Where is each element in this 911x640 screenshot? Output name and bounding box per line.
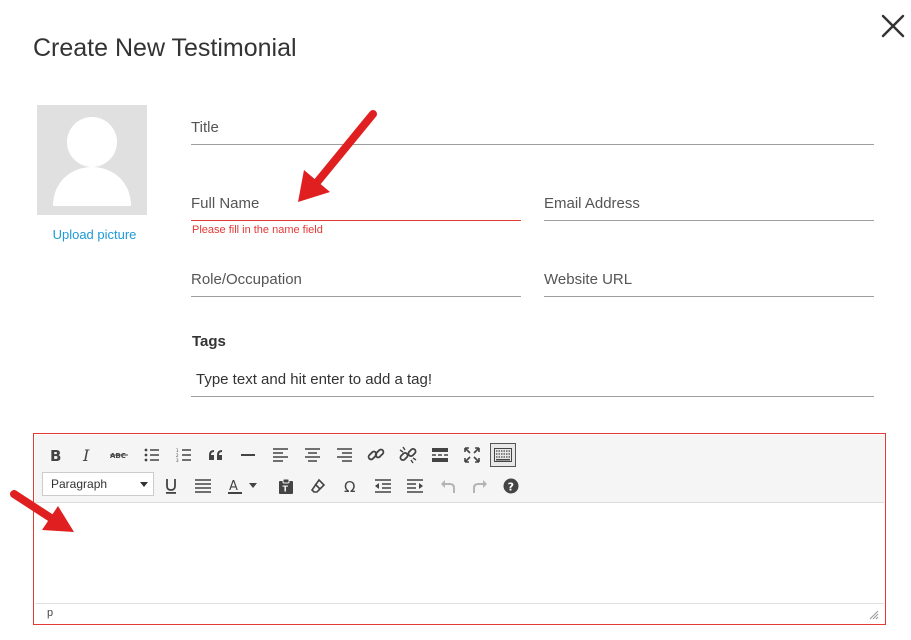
- italic-icon: I: [82, 447, 90, 463]
- chevron-down-icon: [140, 482, 148, 487]
- underline-button[interactable]: [158, 474, 184, 498]
- special-character-icon: Ω: [344, 478, 355, 494]
- blockquote-icon: [209, 450, 222, 460]
- strikethrough-icon: ABC: [110, 452, 128, 460]
- title-field[interactable]: Title: [191, 119, 874, 145]
- help-button[interactable]: ?: [498, 474, 524, 498]
- text-color-icon: A: [228, 479, 242, 494]
- strikethrough-button[interactable]: ABC: [106, 443, 132, 467]
- justify-icon: [195, 479, 211, 493]
- svg-text:B: B: [50, 447, 61, 463]
- align-right-button[interactable]: [331, 443, 357, 467]
- website-label: Website URL: [544, 271, 633, 288]
- align-left-button[interactable]: [267, 443, 293, 467]
- bold-icon: B: [50, 447, 61, 463]
- align-right-icon: [336, 448, 352, 462]
- undo-button[interactable]: [435, 474, 461, 498]
- website-field[interactable]: Website URL: [544, 271, 874, 297]
- horizontal-line-icon: [241, 454, 255, 456]
- close-button[interactable]: [878, 10, 910, 42]
- page-title: Create New Testimonial: [33, 34, 297, 62]
- tags-input[interactable]: Type text and hit enter to add a tag!: [191, 362, 874, 397]
- paste-text-icon: T: [279, 478, 293, 494]
- svg-text:?: ?: [508, 481, 514, 494]
- title-label: Title: [191, 119, 219, 136]
- align-left-icon: [272, 448, 288, 462]
- text-color-dropdown[interactable]: [246, 474, 260, 498]
- element-path[interactable]: p: [47, 607, 53, 619]
- svg-text:Ω: Ω: [344, 478, 355, 494]
- outdent-icon: [375, 479, 391, 493]
- tags-heading: Tags: [192, 333, 226, 350]
- redo-icon: [473, 480, 487, 493]
- outdent-button[interactable]: [370, 474, 396, 498]
- bold-button[interactable]: B: [43, 443, 69, 467]
- role-label: Role/Occupation: [191, 271, 302, 288]
- clear-formatting-icon: [310, 478, 326, 493]
- align-center-icon: [304, 448, 320, 462]
- clear-formatting-button[interactable]: [305, 474, 331, 498]
- svg-text:3: 3: [176, 458, 179, 462]
- justify-button[interactable]: [190, 474, 216, 498]
- text-color-button[interactable]: A: [222, 474, 248, 498]
- toolbar-toggle-button[interactable]: [490, 443, 516, 467]
- editor-statusbar: p: [35, 603, 884, 623]
- toolbar-toggle-icon: [494, 448, 512, 462]
- undo-icon: [441, 480, 455, 493]
- link-button[interactable]: [363, 443, 389, 467]
- link-icon: [367, 448, 385, 461]
- numbered-list-icon: 123: [176, 448, 191, 462]
- close-icon: [881, 14, 905, 38]
- svg-text:I: I: [82, 447, 90, 463]
- indent-button[interactable]: [402, 474, 428, 498]
- full-name-error: Please fill in the name field: [192, 224, 323, 236]
- underline-icon: [166, 479, 176, 494]
- italic-button[interactable]: I: [75, 443, 101, 467]
- avatar-placeholder[interactable]: [37, 105, 147, 215]
- help-icon: ?: [503, 478, 519, 494]
- paste-text-button[interactable]: T: [273, 474, 299, 498]
- bullet-list-button[interactable]: [139, 443, 165, 467]
- content-editor[interactable]: B I ABC 123 Paragraph A T Ω ? p: [33, 433, 886, 625]
- blockquote-button[interactable]: [203, 443, 229, 467]
- indent-icon: [407, 479, 423, 493]
- format-select[interactable]: Paragraph: [42, 472, 154, 496]
- svg-text:A: A: [229, 479, 238, 494]
- email-field[interactable]: Email Address: [544, 195, 874, 221]
- redo-button[interactable]: [467, 474, 493, 498]
- special-character-button[interactable]: Ω: [338, 474, 364, 498]
- bullet-list-icon: [144, 448, 159, 462]
- full-name-field[interactable]: Full Name: [191, 195, 521, 221]
- numbered-list-button[interactable]: 123: [171, 443, 197, 467]
- fullscreen-icon: [464, 447, 480, 463]
- horizontal-line-button[interactable]: [235, 443, 261, 467]
- svg-text:ABC: ABC: [110, 452, 126, 460]
- fullscreen-button[interactable]: [459, 443, 485, 467]
- resize-handle-icon[interactable]: [869, 610, 879, 620]
- user-silhouette-icon: [53, 117, 131, 206]
- email-label: Email Address: [544, 195, 640, 212]
- read-more-icon: [432, 448, 448, 462]
- tags-placeholder: Type text and hit enter to add a tag!: [196, 371, 432, 388]
- unlink-icon: [399, 446, 417, 464]
- read-more-button[interactable]: [427, 443, 453, 467]
- unlink-button[interactable]: [395, 443, 421, 467]
- chevron-down-icon: [249, 483, 257, 488]
- role-field[interactable]: Role/Occupation: [191, 271, 521, 297]
- editor-toolbar: B I ABC 123 Paragraph A T Ω ?: [35, 435, 884, 503]
- upload-picture-link[interactable]: Upload picture: [37, 227, 152, 242]
- format-select-value: Paragraph: [51, 477, 108, 491]
- align-center-button[interactable]: [299, 443, 325, 467]
- svg-text:T: T: [283, 485, 289, 494]
- full-name-label: Full Name: [191, 195, 260, 212]
